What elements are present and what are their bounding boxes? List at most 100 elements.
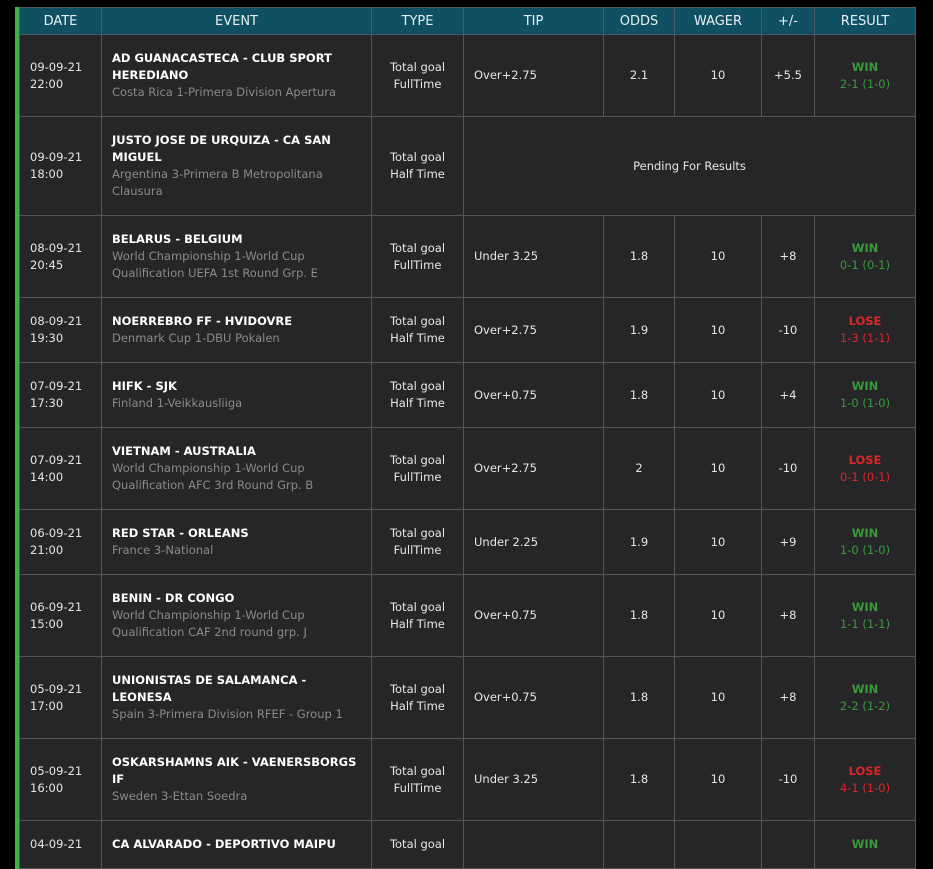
odds: 1.9 bbox=[629, 322, 649, 337]
time: 18:00 bbox=[30, 167, 64, 181]
wager: 10 bbox=[710, 772, 726, 786]
date: 08-09-21 bbox=[30, 314, 83, 328]
type-cell: Total goal FullTime bbox=[371, 509, 464, 575]
odds-cell: 1.9 bbox=[603, 509, 675, 575]
profit-cell: -10 bbox=[761, 297, 815, 363]
profit-cell: +8 bbox=[761, 574, 815, 657]
wager: 10 bbox=[710, 461, 726, 475]
result-cell: LOSE 4-1 (1-0) bbox=[814, 738, 916, 821]
date-cell: 07-09-21 14:00 bbox=[19, 427, 102, 510]
type-line1: Total goal bbox=[389, 837, 446, 851]
odds: 1.8 bbox=[629, 387, 649, 402]
tip-cell: Over+0.75 bbox=[463, 574, 604, 657]
header-tip[interactable]: TIP bbox=[463, 7, 604, 35]
table-row: 06-09-21 15:00 BENIN - DR CONGO World Champ… bbox=[19, 574, 916, 657]
type-line2: FullTime bbox=[393, 543, 442, 557]
date: 07-09-21 bbox=[30, 452, 83, 467]
tip-cell: Under 3.25 bbox=[463, 215, 604, 298]
wager: 10 bbox=[710, 608, 726, 622]
result-status: WIN bbox=[851, 379, 879, 393]
league-name: Argentina 3-Primera B Metropolitana Clau… bbox=[112, 167, 323, 198]
type-cell: Total goal FullTime bbox=[371, 427, 464, 510]
date: 08-09-21 bbox=[30, 240, 83, 255]
date-cell: 09-09-21 22:00 bbox=[19, 34, 102, 117]
result-score: 2-2 (1-2) bbox=[839, 698, 891, 713]
profit-cell: -10 bbox=[761, 427, 815, 510]
result-status: LOSE bbox=[848, 314, 882, 328]
date: 09-09-21 bbox=[30, 150, 83, 164]
league-name: Denmark Cup 1-DBU Pokalen bbox=[112, 331, 280, 345]
type-cell: Total goal Half Time bbox=[371, 297, 464, 363]
type-line1: Total goal bbox=[389, 240, 446, 255]
tip: Over+0.75 bbox=[474, 608, 537, 622]
table-row: 06-09-21 21:00 RED STAR - ORLEANS France 3-… bbox=[19, 509, 916, 575]
wager-cell bbox=[674, 820, 762, 869]
odds-cell: 1.8 bbox=[603, 215, 675, 298]
type-line1: Total goal bbox=[389, 379, 446, 393]
header-type[interactable]: TYPE bbox=[371, 7, 464, 35]
table-row: 09-09-21 22:00 AD GUANACASTECA - CLUB SPOR… bbox=[19, 34, 916, 117]
type-cell: Total goal FullTime bbox=[371, 215, 464, 298]
event-name: BENIN - DR CONGO bbox=[112, 591, 235, 605]
odds-cell: 2 bbox=[603, 427, 675, 510]
wager-cell: 10 bbox=[674, 362, 762, 428]
odds: 1.9 bbox=[629, 534, 649, 549]
header-result[interactable]: RESULT bbox=[814, 7, 916, 35]
type-line2: Half Time bbox=[390, 396, 445, 410]
tip: Under 3.25 bbox=[474, 249, 539, 263]
profit-loss: +8 bbox=[779, 249, 797, 263]
date-cell: 05-09-21 16:00 bbox=[19, 738, 102, 821]
result-cell: WIN 2-1 (1-0) bbox=[814, 34, 916, 117]
header-wager[interactable]: WAGER bbox=[674, 7, 762, 35]
type-cell: Total goal Half Time bbox=[371, 116, 464, 216]
header-date[interactable]: DATE bbox=[19, 7, 102, 35]
event-name: VIETNAM - AUSTRALIA bbox=[112, 444, 256, 458]
profit-loss: -10 bbox=[778, 772, 798, 786]
type-line1: Total goal bbox=[389, 763, 446, 778]
odds: 1.8 bbox=[629, 690, 649, 704]
league-name: Sweden 3-Ettan Soedra bbox=[112, 789, 248, 803]
result-status: WIN bbox=[851, 240, 879, 255]
type-line1: Total goal bbox=[389, 681, 446, 696]
type-cell: Total goal Half Time bbox=[371, 362, 464, 428]
table-row: 05-09-21 16:00 OSKARSHAMNS AIK - VAENERSBO… bbox=[19, 738, 916, 821]
type-line2: Half Time bbox=[390, 616, 445, 631]
odds-cell: 1.8 bbox=[603, 656, 675, 739]
odds: 1.8 bbox=[629, 249, 649, 263]
tip-cell: Over+0.75 bbox=[463, 362, 604, 428]
tip: Over+2.75 bbox=[474, 68, 537, 82]
profit-cell: +5.5 bbox=[761, 34, 815, 117]
event-cell: OSKARSHAMNS AIK - VAENERSBORGS IF Sweden … bbox=[101, 738, 372, 821]
wager-cell: 10 bbox=[674, 34, 762, 117]
wager-cell: 10 bbox=[674, 297, 762, 363]
tip-cell: Over+2.75 bbox=[463, 427, 604, 510]
type-line2: FullTime bbox=[393, 780, 442, 795]
profit-loss: +9 bbox=[779, 534, 797, 549]
date-cell: 04-09-21 bbox=[19, 820, 102, 869]
date: 07-09-21 bbox=[30, 379, 83, 393]
result-status: WIN bbox=[851, 526, 879, 540]
wager-cell: 10 bbox=[674, 215, 762, 298]
type-cell: Total goal FullTime bbox=[371, 34, 464, 117]
tip-cell: Over+2.75 bbox=[463, 34, 604, 117]
type-line2: Half Time bbox=[390, 698, 445, 713]
profit-loss: +4 bbox=[779, 387, 797, 402]
type-line1: Total goal bbox=[389, 452, 446, 467]
header-plus-minus[interactable]: +/- bbox=[761, 7, 815, 35]
header-odds[interactable]: ODDS bbox=[603, 7, 675, 35]
pending-status: Pending For Results bbox=[633, 158, 746, 173]
type-line2: FullTime bbox=[393, 257, 442, 272]
type-cell: Total goal bbox=[371, 820, 464, 869]
profit-loss: -10 bbox=[778, 322, 798, 337]
tip: Over+2.75 bbox=[474, 461, 537, 475]
event-name: HIFK - SJK bbox=[112, 379, 177, 393]
type-line2: FullTime bbox=[393, 76, 442, 91]
profit-loss: +8 bbox=[779, 608, 797, 622]
header-event[interactable]: EVENT bbox=[101, 7, 372, 35]
wager-cell: 10 bbox=[674, 427, 762, 510]
league-name: France 3-National bbox=[112, 543, 214, 557]
odds-cell: 1.8 bbox=[603, 574, 675, 657]
odds-cell: 1.9 bbox=[603, 297, 675, 363]
result-cell: LOSE 0-1 (0-1) bbox=[814, 427, 916, 510]
league-name: Costa Rica 1-Primera Division Apertura bbox=[112, 85, 337, 99]
